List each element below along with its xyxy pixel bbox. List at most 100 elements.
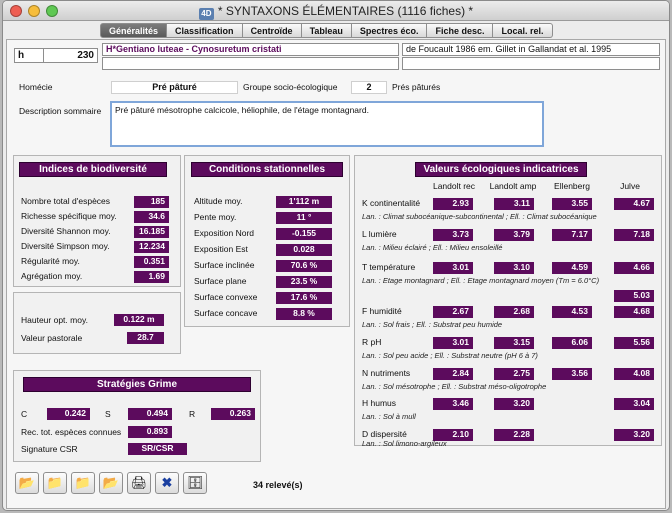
biodiversity-value: 34.6: [134, 211, 169, 223]
hauteur-label: Hauteur opt. moy.: [21, 315, 88, 325]
biodiversity-value: 12.234: [134, 241, 169, 253]
eco-row-label: H humus: [362, 398, 397, 408]
code-letter-field[interactable]: h: [14, 48, 44, 63]
tab-fiche-desc[interactable]: Fiche desc.: [427, 23, 494, 38]
eco-value: 3.20: [614, 429, 654, 441]
conditions-value: 23.5 %: [276, 276, 332, 288]
grime-c-label: C: [21, 409, 28, 419]
conditions-panel: Conditions stationnelles Altitude moy. 1…: [184, 155, 350, 327]
window-title: 4D * SYNTAXONS ÉLÉMENTAIRES (1116 fiches)…: [3, 4, 669, 20]
author-line2-field[interactable]: [402, 57, 660, 70]
homecie-label: Homécie: [19, 82, 53, 92]
tab-bar: Généralités Classification Centroïde Tab…: [100, 23, 553, 38]
conditions-label: Surface convexe: [194, 292, 258, 302]
biodiversity-label: Diversité Shannon moy.: [21, 226, 111, 236]
grime-s-label: S: [105, 409, 111, 419]
tab-generalites[interactable]: Généralités: [100, 23, 168, 38]
eco-column-header: Julve: [620, 181, 640, 191]
tab-spectres-eco[interactable]: Spectres éco.: [351, 23, 428, 38]
eco-value: 4.59: [552, 262, 592, 274]
pastoral-value: 28.7: [127, 332, 164, 344]
conditions-label: Exposition Est: [194, 244, 248, 254]
eco-value: 6.06: [552, 337, 592, 349]
eco-value: 2.68: [494, 306, 534, 318]
eco-value: 4.53: [552, 306, 592, 318]
previous-record-button[interactable]: 📁: [43, 472, 67, 494]
first-record-button[interactable]: 📂: [15, 472, 39, 494]
eco-value: 2.28: [494, 429, 534, 441]
group-label: Groupe socio-écologique: [243, 82, 338, 92]
delete-button[interactable]: ✖: [155, 472, 179, 494]
eco-value: 5.56: [614, 337, 654, 349]
conditions-label: Surface plane: [194, 276, 247, 286]
grime-c-value: 0.242: [47, 408, 90, 420]
first-record-icon: 📂: [18, 475, 36, 490]
print-button[interactable]: 🖨: [127, 472, 151, 494]
conditions-label: Surface concave: [194, 308, 258, 318]
homecie-field[interactable]: Pré pâturé: [111, 81, 238, 94]
biodiversity-label: Diversité Simpson moy.: [21, 241, 110, 251]
eco-value: 4.08: [614, 368, 654, 380]
eco-value: 3.10: [494, 262, 534, 274]
eco-row-note: Lan. : Sol peu acide ; Ell. : Substrat n…: [362, 351, 538, 360]
eco-row-note: Lan. : Sol frais ; Ell. : Substrat peu h…: [362, 320, 503, 329]
conditions-label: Surface inclinée: [194, 260, 255, 270]
eco-value: 4.68: [614, 306, 654, 318]
eco-value: 3.55: [552, 198, 592, 210]
conditions-value: 0.028: [276, 244, 332, 256]
title-bar: 4D * SYNTAXONS ÉLÉMENTAIRES (1116 fiches)…: [3, 1, 669, 21]
eco-row-note: Lan. : Milieu éclairé ; Ell. : Milieu en…: [362, 243, 503, 252]
delete-icon: ✖: [161, 475, 173, 490]
grime-title: Stratégies Grime: [23, 377, 251, 392]
eco-value: 4.67: [614, 198, 654, 210]
conditions-label: Exposition Nord: [194, 228, 255, 238]
biodiversity-panel: Indices de biodiversité Nombre total d'e…: [13, 155, 181, 287]
window-title-text: * SYNTAXONS ÉLÉMENTAIRES (1116 fiches) *: [217, 4, 474, 18]
tab-classification[interactable]: Classification: [167, 23, 243, 38]
eco-value: 2.93: [433, 198, 473, 210]
author-field[interactable]: de Foucault 1986 em. Gillet in Gallandat…: [402, 43, 660, 56]
syntaxon-name-field[interactable]: H*Gentiano luteae - Cynosuretum cristati: [102, 43, 399, 56]
eco-row-label: R pH: [362, 337, 382, 347]
tab-tableau[interactable]: Tableau: [301, 23, 352, 38]
group-number-field[interactable]: 2: [351, 81, 387, 94]
code-number-field[interactable]: 230: [43, 48, 98, 63]
main-content: h 230 H*Gentiano luteae - Cynosuretum cr…: [6, 39, 666, 509]
cancel-icon: 🗄: [186, 475, 204, 490]
print-icon: 🖨: [130, 475, 148, 490]
eco-value: 3.46: [433, 398, 473, 410]
description-label: Description sommaire: [19, 106, 102, 116]
eco-value-extra: 5.03: [614, 290, 654, 302]
cancel-button[interactable]: 🗄: [183, 472, 207, 494]
eco-column-header: Ellenberg: [554, 181, 590, 191]
eco-row-label: F humidité: [362, 306, 402, 316]
eco-row-note: Lan. : Climat subocéanique-subcontinenta…: [362, 212, 597, 221]
eco-row-label: K continentalité: [362, 198, 421, 208]
conditions-value: 11 °: [276, 212, 332, 224]
eco-values-panel: Valeurs écologiques indicatrices Landolt…: [354, 155, 662, 448]
conditions-value: 1'112 m: [276, 196, 332, 208]
last-record-button[interactable]: 📂: [99, 472, 123, 494]
next-record-icon: 📁: [74, 475, 92, 490]
eco-row-label: T température: [362, 262, 416, 272]
group-text: Prés pâturés: [392, 82, 441, 92]
tab-local-rel[interactable]: Local. rel.: [493, 23, 553, 38]
eco-value: 2.84: [433, 368, 473, 380]
grime-rec-label: Rec. tot. espèces connues: [21, 427, 122, 437]
app-window: 4D * SYNTAXONS ÉLÉMENTAIRES (1116 fiches)…: [2, 0, 670, 511]
eco-value: 3.73: [433, 229, 473, 241]
tab-centroide[interactable]: Centroïde: [242, 23, 302, 38]
biodiversity-value: 0.351: [134, 256, 169, 268]
eco-value: 2.75: [494, 368, 534, 380]
syntaxon-name-line2-field[interactable]: [102, 57, 399, 70]
next-record-button[interactable]: 📁: [71, 472, 95, 494]
eco-row-note: Lan. : Sol mésotrophe ; Ell. : Substrat …: [362, 382, 547, 391]
description-textarea[interactable]: Pré pâturé mésotrophe calcicole, hélioph…: [110, 101, 544, 147]
last-record-icon: 📂: [102, 475, 120, 490]
eco-row-label: N nutriments: [362, 368, 411, 378]
csr-label: Signature CSR: [21, 444, 78, 454]
eco-value: 7.17: [552, 229, 592, 241]
eco-row-note: Lan. : Sol limono-argileux: [362, 439, 447, 448]
eco-column-header: Landolt rec: [432, 181, 476, 191]
app-logo: 4D: [198, 8, 214, 20]
